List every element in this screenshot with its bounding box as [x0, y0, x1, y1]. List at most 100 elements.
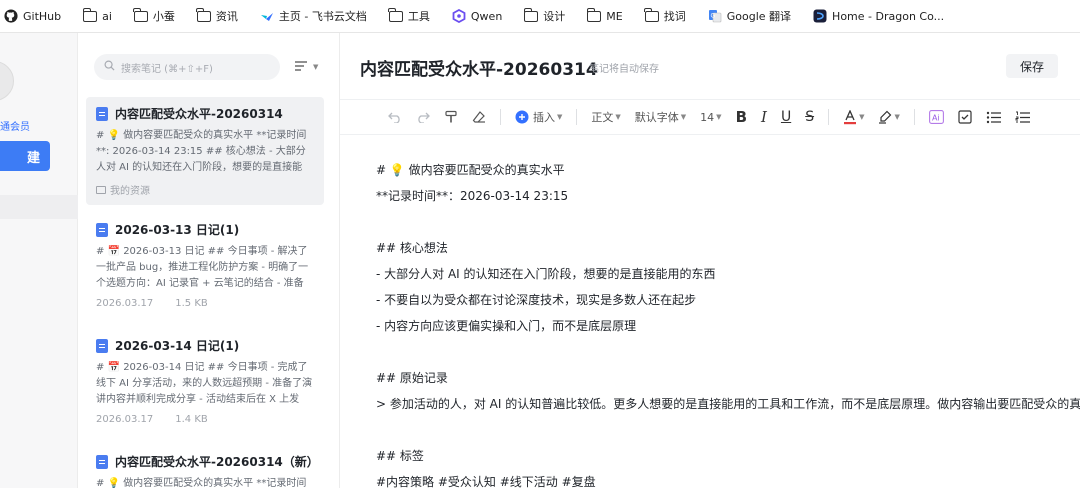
github-icon: [4, 9, 18, 23]
format-toolbar: 插入 ▼ 正文 ▼ 默认字体 ▼ 14 ▼ B I U S ▼ ▼ Ai: [340, 99, 1080, 135]
bookmark-design[interactable]: 设计: [523, 7, 565, 24]
font-select[interactable]: 默认字体 ▼: [635, 105, 686, 129]
clear-format-button[interactable]: [472, 105, 486, 129]
content-heading: # 💡 做内容要匹配受众的真实水平: [376, 163, 565, 177]
text-color-button[interactable]: ▼: [843, 105, 864, 129]
bookmark-news[interactable]: 资讯: [196, 7, 238, 24]
editor-panel: 内容匹配受众水平-20260314 笔记将自动保存 保存 插入 ▼ 正文 ▼ 默认字…: [340, 33, 1080, 488]
svg-text:Ai: Ai: [932, 113, 940, 122]
autosave-hint: 笔记将自动保存: [589, 64, 659, 75]
text-color-icon: [844, 109, 857, 124]
font-size-select[interactable]: 14 ▼: [700, 105, 721, 129]
bookmark-github[interactable]: GitHub: [4, 9, 61, 23]
underline-button[interactable]: U: [781, 105, 791, 129]
note-list-item[interactable]: 内容匹配受众水平-20260314 # 💡 做内容要匹配受众的真实水平 **记录…: [86, 97, 324, 205]
folder-icon: [133, 7, 148, 23]
document-icon: [96, 222, 108, 237]
bookmark-qwen[interactable]: Qwen: [452, 9, 502, 23]
qwen-icon: [452, 9, 466, 23]
bookmark-google-translate[interactable]: G Google 翻译: [708, 8, 791, 24]
content-blank-line: [376, 339, 1080, 365]
dragon-icon: [813, 9, 827, 23]
ai-icon: Ai: [928, 110, 944, 124]
note-meta: 我的资源: [96, 182, 314, 197]
bookmark-dragon[interactable]: Home - Dragon Co...: [813, 9, 944, 23]
folder-icon: [644, 7, 659, 23]
highlight-button[interactable]: ▼: [878, 105, 900, 129]
avatar[interactable]: [0, 61, 14, 101]
bookmark-xiaocan[interactable]: 小蚕: [133, 7, 175, 24]
bold-button[interactable]: B: [736, 105, 747, 129]
note-list-item[interactable]: 2026-03-13 日记(1) # 📅 2026-03-13 日记 ## 今日…: [86, 213, 324, 317]
bookmark-label: Home - Dragon Co...: [832, 9, 945, 23]
ai-button[interactable]: Ai: [928, 105, 944, 129]
redo-icon: [418, 112, 430, 123]
content-line: - 不要自以为受众都在讨论深度技术，现实是多数人还在起步: [376, 293, 697, 307]
note-meta: 2026.03.17 1.4 KB: [96, 414, 314, 425]
note-size: 1.5 KB: [175, 298, 208, 309]
bookmark-label: GitHub: [23, 9, 62, 23]
bookmark-me[interactable]: ME: [586, 7, 623, 23]
sort-button[interactable]: ▼: [294, 57, 320, 77]
bookmark-tools[interactable]: 工具: [388, 7, 430, 24]
document-icon: [96, 338, 108, 353]
note-snippet: # 📅 2026-03-13 日记 ## 今日事项 - 解决了一批产品 bug，…: [96, 246, 309, 289]
content-heading: ## 原始记录: [376, 371, 448, 385]
insert-button[interactable]: 插入 ▼: [515, 105, 562, 129]
chevron-down-icon: ▼: [680, 113, 687, 121]
document-icon: [96, 106, 108, 121]
redo-button[interactable]: [416, 105, 430, 129]
member-link[interactable]: 通会员: [0, 118, 30, 133]
content-tags: #内容策略 #受众认知 #线下活动 #复盘: [376, 475, 596, 488]
editor-content[interactable]: # 💡 做内容要匹配受众的真实水平 **记录时间**：2026-03-14 23…: [376, 157, 1080, 488]
toolbar-divider: [913, 109, 915, 125]
feishu-icon: [260, 9, 274, 23]
bullet-list-button[interactable]: [986, 105, 1001, 129]
app-sidebar: 通会员 建: [0, 33, 78, 488]
folder-icon: [82, 7, 98, 23]
note-title: 内容匹配受众水平-20260314（新）: [115, 455, 319, 469]
numbered-list-button[interactable]: [1015, 105, 1030, 129]
font-label: 默认字体: [634, 111, 679, 124]
plus-circle-icon: [515, 110, 529, 124]
strikethrough-button[interactable]: S: [805, 105, 814, 129]
highlight-icon: [879, 110, 892, 124]
bookmark-ai[interactable]: ai: [82, 7, 112, 23]
note-snippet: # 💡 做内容要匹配受众的真实水平 **记录时间: [96, 478, 307, 488]
format-painter-button[interactable]: [444, 105, 458, 129]
italic-button[interactable]: I: [761, 105, 767, 129]
chevron-down-icon: ▼: [894, 113, 900, 121]
chevron-down-icon: ▼: [313, 63, 319, 71]
sidebar-selected-row[interactable]: [0, 195, 78, 219]
content-quote: > 参加活动的人，对 AI 的认知普遍比较低。更多人想要的是直接能用的工具和工作…: [376, 397, 1080, 411]
underline-icon: U: [780, 109, 792, 125]
toolbar-divider: [576, 109, 578, 125]
content-heading: ## 核心想法: [376, 241, 448, 255]
note-list-item[interactable]: 2026-03-14 日记(1) # 📅 2026-03-14 日记 ## 今日…: [86, 329, 324, 433]
format-painter-icon: [445, 110, 457, 123]
checkbox-list-button[interactable]: [958, 105, 972, 129]
folder-icon: [523, 7, 539, 23]
font-size-label: 14: [700, 110, 715, 124]
bookmark-feishu[interactable]: 主页 - 飞书云文档: [260, 8, 367, 24]
new-note-button[interactable]: 建: [0, 141, 50, 171]
save-button[interactable]: 保存: [1006, 54, 1058, 78]
undo-button[interactable]: [388, 105, 402, 129]
content-blank-line: [376, 417, 1080, 443]
note-snippet: # 💡 做内容要匹配受众的真实水平 **记录时间**: 2026-03-14 2…: [96, 130, 307, 173]
note-folder: 我的资源: [96, 182, 150, 197]
folder-icon: [196, 7, 211, 23]
note-title: 2026-03-14 日记(1): [115, 339, 240, 353]
bookmark-label: Google 翻译: [726, 10, 792, 23]
note-snippet: # 📅 2026-03-14 日记 ## 今日事项 - 完成了线下 AI 分享活…: [96, 362, 313, 405]
paragraph-style-select[interactable]: 正文 ▼: [591, 105, 620, 129]
note-size: 1.4 KB: [175, 414, 208, 425]
page-title[interactable]: 内容匹配受众水平-20260314: [360, 55, 598, 80]
note-list-item[interactable]: 内容匹配受众水平-20260314（新） # 💡 做内容要匹配受众的真实水平 *…: [86, 445, 324, 488]
search-input[interactable]: 搜索笔记 (⌘+⇧+F): [94, 54, 280, 80]
content-heading: ## 标签: [376, 449, 424, 463]
note-title: 2026-03-13 日记(1): [115, 223, 240, 237]
paragraph-style-label: 正文: [591, 111, 614, 124]
bookmark-find-words[interactable]: 找词: [644, 7, 686, 24]
toolbar-divider: [828, 109, 830, 125]
